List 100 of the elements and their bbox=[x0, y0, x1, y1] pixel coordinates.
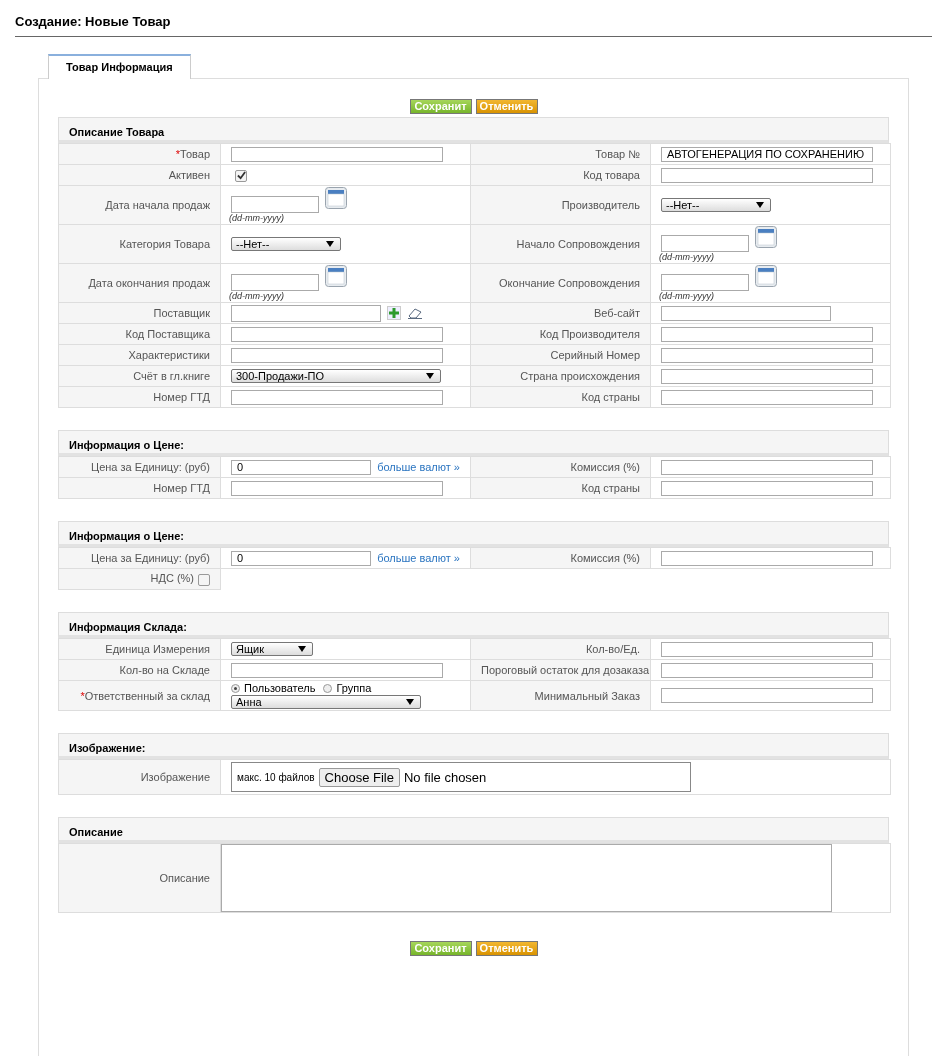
radio-button[interactable] bbox=[231, 683, 240, 693]
field-label: Кол-во/Ед. bbox=[585, 643, 640, 655]
text-field[interactable] bbox=[661, 662, 873, 678]
section-title: Описание bbox=[69, 826, 123, 838]
text-field[interactable] bbox=[661, 641, 873, 657]
text-field[interactable] bbox=[661, 347, 873, 363]
text-field[interactable] bbox=[661, 167, 873, 183]
more-currencies-link[interactable]: больше валют » bbox=[377, 552, 460, 564]
date-format-hint: (dd-mm-yyyy) bbox=[659, 252, 715, 262]
checkbox[interactable] bbox=[198, 573, 210, 586]
checkbox[interactable] bbox=[235, 169, 247, 182]
text-field[interactable] bbox=[231, 662, 443, 678]
dropdown[interactable]: --Нет-- bbox=[231, 237, 341, 252]
description-textarea[interactable] bbox=[221, 844, 832, 912]
calendar-icon[interactable] bbox=[325, 187, 347, 209]
date-format-hint: (dd-mm-yyyy) bbox=[229, 213, 285, 223]
section-title: Информация о Цене: bbox=[69, 439, 184, 451]
dropdown[interactable]: Анна bbox=[231, 695, 421, 709]
field-label: Цена за Единицу: (руб) bbox=[91, 461, 210, 473]
dropdown[interactable]: Ящик bbox=[231, 642, 313, 657]
field-label: Дата окончания продаж bbox=[88, 277, 210, 289]
date-field[interactable] bbox=[661, 274, 749, 291]
field-label: Цена за Единицу: (руб) bbox=[91, 552, 210, 564]
field-label: Кол-во на Складе bbox=[119, 664, 210, 676]
section-title: Описание Товара bbox=[69, 126, 165, 138]
section-title: Изображение: bbox=[69, 742, 146, 754]
field-label: Веб-сайт bbox=[593, 307, 640, 319]
field-label: Минимальный Заказ bbox=[534, 689, 640, 702]
field-label: Код страны bbox=[581, 482, 640, 494]
file-limit-note: макс. 10 файлов bbox=[237, 771, 315, 783]
field-label: Окончание Сопровождения bbox=[499, 277, 640, 289]
field-label: Код страны bbox=[581, 391, 640, 403]
text-field[interactable] bbox=[231, 326, 443, 342]
text-field[interactable] bbox=[231, 304, 381, 322]
page-title: Создание: Новые Товар bbox=[15, 14, 932, 37]
field-label: Товар № bbox=[595, 148, 640, 160]
field-label: Счёт в гл.книге bbox=[133, 370, 210, 382]
field-label: НДС (%) bbox=[150, 572, 194, 585]
field-label: Активен bbox=[168, 169, 210, 181]
date-format-hint: (dd-mm-yyyy) bbox=[659, 291, 715, 301]
field-label: Характеристики bbox=[128, 349, 210, 361]
text-field[interactable] bbox=[231, 146, 443, 162]
caret-icon bbox=[756, 202, 764, 209]
calendar-icon[interactable] bbox=[755, 226, 777, 248]
date-field[interactable] bbox=[231, 274, 319, 291]
field-label: Единица Измерения bbox=[105, 643, 210, 655]
text-field[interactable] bbox=[661, 305, 831, 321]
text-field[interactable] bbox=[661, 459, 873, 475]
field-label: Страна происхождения bbox=[520, 370, 640, 382]
dropdown[interactable]: --Нет-- bbox=[661, 198, 771, 213]
field-label: Изображение bbox=[140, 771, 210, 783]
field-label: Поставщик bbox=[153, 307, 210, 319]
calendar-icon[interactable] bbox=[755, 265, 777, 287]
field-label: Комиссия (%) bbox=[570, 461, 640, 473]
field-label: Производитель bbox=[561, 199, 640, 211]
field-label: *Товар bbox=[175, 148, 210, 160]
caret-icon bbox=[406, 699, 414, 705]
more-currencies-link[interactable]: больше валют » bbox=[377, 461, 460, 473]
field-label: Пороговый остаток для дозаказа bbox=[481, 664, 650, 676]
text-field[interactable] bbox=[661, 550, 873, 566]
text-field[interactable] bbox=[661, 688, 873, 703]
caret-icon bbox=[298, 646, 306, 653]
text-field[interactable]: АВТОГЕНЕРАЦИЯ ПО СОХРАНЕНИЮ bbox=[661, 146, 873, 162]
field-label: Начало Сопровождения bbox=[516, 238, 640, 250]
radio-button[interactable] bbox=[323, 683, 333, 693]
text-field[interactable] bbox=[661, 389, 873, 405]
field-label: Серийный Номер bbox=[550, 349, 640, 361]
text-field[interactable] bbox=[231, 347, 443, 363]
tab[interactable]: Товар Информация bbox=[48, 54, 191, 79]
add-icon[interactable] bbox=[387, 306, 401, 320]
field-label: *Ответственный за склад bbox=[80, 689, 210, 702]
field-label: Комиссия (%) bbox=[570, 552, 640, 564]
field-label: Код Поставщика bbox=[125, 328, 210, 340]
date-format-hint: (dd-mm-yyyy) bbox=[229, 291, 285, 301]
calendar-icon[interactable] bbox=[325, 265, 347, 287]
eraser-icon[interactable] bbox=[407, 307, 423, 319]
date-field[interactable] bbox=[231, 196, 319, 213]
caret-icon bbox=[326, 241, 334, 248]
date-field[interactable] bbox=[661, 235, 749, 252]
field-label: Категория Товара bbox=[119, 238, 210, 250]
text-field[interactable] bbox=[231, 480, 443, 496]
field-label: Номер ГТД bbox=[153, 391, 210, 403]
field-label: Код Производителя bbox=[539, 328, 640, 340]
text-field[interactable] bbox=[661, 480, 873, 496]
field-label: Дата начала продаж bbox=[105, 199, 210, 211]
caret-icon bbox=[426, 373, 434, 380]
section-title: Информация о Цене: bbox=[69, 530, 184, 542]
text-field[interactable] bbox=[231, 389, 443, 405]
price-field[interactable]: 0 bbox=[231, 550, 372, 566]
price-field[interactable]: 0 bbox=[231, 459, 372, 475]
text-field[interactable] bbox=[661, 326, 873, 342]
radio-label: Группа bbox=[336, 682, 372, 694]
choose-file-button[interactable]: Choose File bbox=[318, 767, 400, 787]
text-field[interactable] bbox=[661, 368, 873, 384]
field-label: Номер ГТД bbox=[153, 482, 210, 494]
file-status: No file chosen bbox=[403, 769, 487, 785]
field-label: Код товара bbox=[583, 169, 640, 181]
radio-label: Пользователь bbox=[244, 682, 316, 694]
dropdown[interactable]: 300-Продажи-ПО bbox=[231, 369, 441, 384]
section-title: Информация Склада: bbox=[69, 621, 187, 633]
